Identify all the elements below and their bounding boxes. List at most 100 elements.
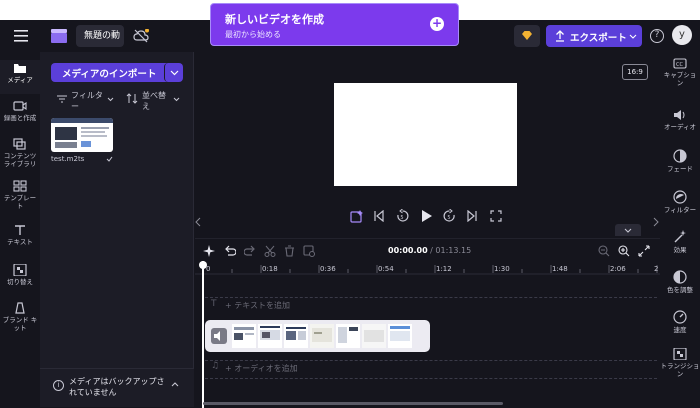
chevron-up-icon <box>171 382 179 387</box>
rewind-5s-icon[interactable]: 5 <box>396 209 409 223</box>
ruler-tick-label: 1:48 <box>552 265 568 273</box>
aspect-ratio-button[interactable]: 16:9 <box>622 64 648 80</box>
rail-item-content-library[interactable]: コンテンツ ライブラリ <box>0 138 40 168</box>
plus-icon: + <box>430 16 444 31</box>
template-icon <box>13 180 27 192</box>
sort-button[interactable]: 並べ替え <box>126 90 184 114</box>
filter-icon <box>673 190 687 204</box>
project-title[interactable]: 無題の動 <box>76 25 124 47</box>
import-media-button[interactable]: メディアのインポート <box>51 63 170 82</box>
rail-item-effects[interactable]: 効果 <box>660 230 700 254</box>
ruler-tick-label: 1:30 <box>494 265 510 273</box>
rail-label: 録画と作成 <box>3 114 37 122</box>
avatar[interactable]: y <box>672 25 692 45</box>
rail-label: 速度 <box>673 326 687 334</box>
delete-icon[interactable] <box>284 245 295 257</box>
time-readout: 00:00.00 / 01:13.15 <box>388 246 471 255</box>
split-icon[interactable] <box>264 245 276 257</box>
audio-icon <box>674 110 685 120</box>
rail-item-text[interactable]: テキスト <box>0 224 40 246</box>
chevron-down-icon <box>629 34 637 39</box>
magic-edit-icon[interactable] <box>350 209 364 223</box>
media-panel: メディアのインポート フィルター 並べ替え test.m2ts i メディアはバ… <box>40 52 194 407</box>
music-note-icon: ♫ <box>211 361 220 371</box>
add-text-label: + テキストを追加 <box>225 301 291 310</box>
filter-button[interactable]: フィルター <box>57 90 115 114</box>
rail-item-fade[interactable]: フェード <box>660 149 700 173</box>
zoom-in-icon[interactable] <box>618 245 630 257</box>
svg-text:5: 5 <box>447 215 450 221</box>
rail-item-brand-kit[interactable]: ブランド キット <box>0 302 40 332</box>
rail-label: テンプレー ト <box>3 194 37 210</box>
text-track[interactable]: T + テキストを追加 <box>205 297 657 311</box>
clip-frames <box>232 324 412 348</box>
menu-icon[interactable] <box>14 30 28 42</box>
timeline: 00:00.00 / 01:13.15 0 0:18 0:36 0:54 1:1… <box>195 238 660 408</box>
rail-item-audio[interactable]: オーディオ <box>660 109 700 131</box>
ruler-tick-label: 2 <box>654 265 659 273</box>
rail-label: トランジショ ン <box>660 362 700 378</box>
zoom-out-icon[interactable] <box>598 245 610 257</box>
rail-label: 色を調整 <box>667 286 693 294</box>
timeline-scrollbar[interactable] <box>203 402 503 405</box>
import-label: メディアのインポート <box>62 69 157 80</box>
import-dropdown-button[interactable] <box>164 63 183 82</box>
rail-item-filters[interactable]: フィルター <box>660 190 700 214</box>
rail-label: メディア <box>7 76 33 84</box>
rail-item-media[interactable]: メディア <box>0 60 40 94</box>
clip-audio-icon[interactable] <box>211 328 227 344</box>
rail-item-record[interactable]: 録画と作成 <box>0 100 40 122</box>
clapper-icon <box>50 29 68 43</box>
forward-5s-icon[interactable]: 5 <box>443 209 456 223</box>
color-adjust-icon <box>673 270 687 284</box>
svg-text:5: 5 <box>400 215 403 221</box>
cloud-off-icon[interactable] <box>133 29 149 43</box>
premium-button[interactable] <box>514 25 540 47</box>
rail-label: キャプショ ン <box>663 71 697 87</box>
rail-item-transitions[interactable]: トランジショ ン <box>660 348 700 378</box>
playhead[interactable] <box>202 261 204 408</box>
rail-item-templates[interactable]: テンプレー ト <box>0 180 40 210</box>
svg-text:CC: CC <box>676 62 683 68</box>
backup-notice-text: メディアはバックアップされていません <box>69 377 165 397</box>
add-audio-label: + オーディオを追加 <box>225 364 298 373</box>
play-icon[interactable] <box>421 209 433 223</box>
audio-track[interactable]: ♫ + オーディオを追加 <box>205 360 657 374</box>
folder-icon <box>14 64 26 73</box>
rail-item-captions[interactable]: CC キャプショ ン <box>660 58 700 87</box>
skip-back-icon[interactable] <box>374 210 384 222</box>
video-clip[interactable] <box>205 320 430 352</box>
ai-sparkle-icon[interactable] <box>203 245 215 257</box>
filter-icon <box>57 95 67 103</box>
timeline-ruler[interactable]: 0 0:18 0:36 0:54 1:12 1:30 1:48 2:06 2 <box>195 261 660 275</box>
add-media-icon[interactable] <box>303 245 315 257</box>
ruler-tick-label: 0:36 <box>320 265 336 273</box>
playhead-handle[interactable] <box>199 261 207 269</box>
right-rail: CC キャプショ ン オーディオ フェード フィルター 効果 色を調整 速度 ト… <box>660 52 700 407</box>
ruler-tick-label: 2:06 <box>610 265 626 273</box>
ruler-tick-label: 0:18 <box>262 265 278 273</box>
redo-icon[interactable] <box>244 245 256 257</box>
speed-icon <box>673 310 687 324</box>
video-canvas[interactable] <box>334 83 517 186</box>
export-label: エクスポート <box>570 33 627 44</box>
chevron-down-icon[interactable] <box>615 224 641 236</box>
rail-item-transitions[interactable]: 切り替え <box>0 264 40 286</box>
export-button[interactable]: エクスポート <box>546 25 642 47</box>
skip-forward-icon[interactable] <box>467 210 477 222</box>
fit-timeline-icon[interactable] <box>638 245 650 257</box>
undo-icon[interactable] <box>224 245 236 257</box>
media-thumbnail[interactable] <box>51 118 113 152</box>
help-icon[interactable]: ? <box>650 29 664 43</box>
backup-notice[interactable]: i メディアはバックアップされていません <box>40 368 194 407</box>
promo-title: 新しいビデオを作成 <box>225 13 324 26</box>
rail-item-color-adjust[interactable]: 色を調整 <box>660 270 700 294</box>
rail-item-speed[interactable]: 速度 <box>660 310 700 334</box>
upload-icon <box>555 30 565 42</box>
fullscreen-icon[interactable] <box>490 210 502 222</box>
collapse-right-panel-icon[interactable] <box>653 217 659 227</box>
ruler-tick-label: 0:54 <box>378 265 394 273</box>
create-new-video-banner[interactable]: 新しいビデオを作成 最初から始める + <box>210 3 459 46</box>
collapse-left-panel-icon[interactable] <box>195 217 201 227</box>
text-icon <box>15 225 25 235</box>
